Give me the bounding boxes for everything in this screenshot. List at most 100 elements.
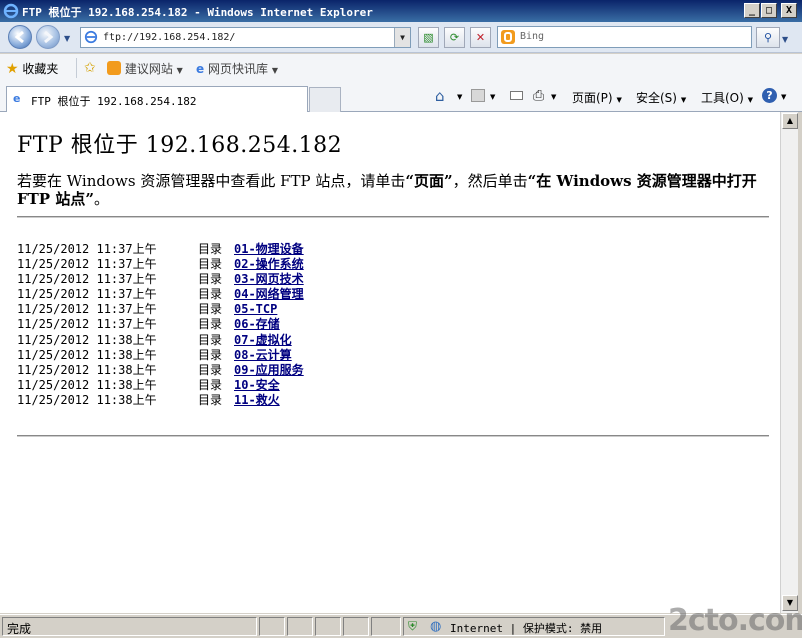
folder-link[interactable]: 06-存储 — [234, 317, 280, 331]
folder-link[interactable]: 01-物理设备 — [234, 242, 304, 256]
add-favorite-icon[interactable]: ✩ — [84, 60, 96, 76]
entry-type: 目录 — [198, 317, 223, 332]
print-dropdown-icon[interactable]: ▼ — [551, 93, 556, 101]
folder-link[interactable]: 11-救火 — [234, 393, 280, 407]
stop-button[interactable]: ✕ — [470, 27, 491, 48]
folder-link[interactable]: 10-安全 — [234, 378, 280, 392]
ie-page-icon: e — [196, 62, 205, 76]
folder-link[interactable]: 08-云计算 — [234, 348, 292, 362]
status-panel-6 — [371, 617, 401, 636]
page-menu[interactable]: 页面(P) ▼ — [572, 89, 622, 106]
recent-pages-dropdown-icon[interactable]: ▼ — [64, 34, 70, 43]
list-item: 11/25/2012 11:37上午 目录 04-网络管理 — [17, 287, 304, 302]
list-item: 11/25/2012 11:38上午 目录 08-云计算 — [17, 348, 304, 363]
title-bar: FTP 根位于 192.168.254.182 - Windows Intern… — [0, 0, 802, 22]
entry-date: 11/25/2012 11:38上午 — [17, 332, 157, 347]
list-item: 11/25/2012 11:37上午 目录 03-网页技术 — [17, 272, 304, 287]
web-slice-label: 网页快讯库 — [207, 62, 268, 76]
list-item: 11/25/2012 11:37上午 目录 01-物理设备 — [17, 242, 304, 257]
status-panel-2 — [259, 617, 285, 636]
list-item: 11/25/2012 11:38上午 目录 07-虚拟化 — [17, 333, 304, 348]
search-box[interactable]: Bing — [497, 26, 752, 48]
address-dropdown-icon[interactable]: ▼ — [394, 28, 410, 47]
address-bar-row: ▼ ftp://192.168.254.182/ ▼ ▧ ⟳ ✕ Bing ⚲ … — [0, 22, 802, 53]
back-button[interactable] — [8, 25, 32, 49]
entry-type: 目录 — [198, 392, 223, 407]
forward-button[interactable] — [36, 25, 60, 49]
folder-link[interactable]: 05-TCP — [234, 302, 277, 316]
refresh-button[interactable]: ⟳ — [444, 27, 465, 48]
intro-text: 若要在 Windows 资源管理器中查看此 FTP 站点，请单击“页面”，然后单… — [17, 172, 769, 208]
entry-date: 11/25/2012 11:37上午 — [17, 317, 157, 332]
maximize-button[interactable]: □ — [761, 3, 777, 18]
entry-date: 11/25/2012 11:37上午 — [17, 242, 157, 256]
minimize-button[interactable]: _ — [744, 3, 760, 18]
feeds-icon[interactable] — [471, 89, 485, 102]
suggested-sites-item[interactable]: 建议网站 ▼ — [107, 60, 183, 77]
help-dropdown-icon[interactable]: ▼ — [781, 93, 786, 101]
address-field[interactable]: ftp://192.168.254.182/ ▼ — [80, 27, 411, 48]
favorites-bar: ★ 收藏夹 ✩ 建议网站 ▼ e 网页快讯库 ▼ — [0, 54, 802, 82]
list-item: 11/25/2012 11:37上午 目录 02-操作系统 — [17, 257, 304, 272]
chevron-down-icon: ▼ — [680, 96, 687, 104]
print-icon[interactable]: ⎙ — [533, 88, 544, 104]
mail-icon[interactable] — [510, 91, 523, 100]
web-slice-gallery-item[interactable]: e 网页快讯库 ▼ — [196, 60, 278, 77]
zone-text: Internet | 保护模式: 禁用 — [450, 622, 603, 635]
list-item: 11/25/2012 11:38上午 目录 10-安全 — [17, 378, 304, 393]
safety-menu-label: 安全(S) — [636, 91, 677, 105]
search-options-icon[interactable]: ▼ — [782, 35, 788, 44]
ie-logo-icon — [3, 3, 19, 19]
entry-type: 目录 — [198, 347, 223, 362]
stop-icon: ✕ — [475, 31, 486, 44]
close-button[interactable]: X — [781, 3, 797, 18]
list-item: 11/25/2012 11:38上午 目录 09-应用服务 — [17, 363, 304, 378]
zone-panel[interactable]: ⛨ ◍ Internet | 保护模式: 禁用 — [403, 617, 665, 636]
compatibility-view-button[interactable]: ▧ — [418, 27, 439, 48]
page-ie-icon — [84, 30, 98, 44]
feeds-dropdown-icon[interactable]: ▼ — [490, 93, 495, 101]
address-url: ftp://192.168.254.182/ — [103, 32, 236, 43]
entry-type: 目录 — [198, 332, 223, 347]
search-button[interactable]: ⚲ — [756, 27, 780, 48]
entry-type: 目录 — [198, 362, 223, 377]
entry-date: 11/25/2012 11:37上午 — [17, 257, 157, 272]
directory-listing: 11/25/2012 11:37上午 目录 01-物理设备 11/25/2012 11… — [17, 242, 304, 408]
safety-menu[interactable]: 安全(S) ▼ — [636, 89, 686, 106]
entry-type: 目录 — [198, 302, 223, 317]
star-icon: ★ — [6, 61, 19, 77]
entry-type: 目录 — [198, 287, 223, 302]
tab-ie-icon: e — [13, 92, 21, 105]
entry-type: 目录 — [198, 377, 223, 392]
security-shield-icon: ⛨ — [408, 619, 418, 633]
status-text: 完成 — [7, 622, 32, 636]
entry-date: 11/25/2012 11:38上午 — [17, 362, 157, 377]
list-item: 11/25/2012 11:37上午 目录 05-TCP — [17, 302, 304, 317]
globe-icon: ◍ — [430, 619, 442, 634]
entry-date: 11/25/2012 11:38上午 — [17, 392, 157, 407]
page-title: FTP 根位于 192.168.254.182 — [17, 133, 343, 158]
entry-date: 11/25/2012 11:37上午 — [17, 287, 157, 302]
folder-link[interactable]: 04-网络管理 — [234, 287, 304, 301]
back-arrow-icon — [14, 30, 24, 44]
scroll-up-icon[interactable]: ▲ — [782, 113, 798, 129]
help-icon[interactable]: ? — [762, 88, 777, 103]
favorites-button[interactable]: ★ 收藏夹 — [6, 60, 58, 77]
home-icon[interactable]: ⌂ — [435, 87, 445, 105]
vertical-scrollbar[interactable]: ▲ ▼ — [780, 112, 798, 613]
new-tab-button[interactable] — [309, 87, 341, 113]
status-panel-4 — [315, 617, 341, 636]
entry-date: 11/25/2012 11:37上午 — [17, 272, 157, 287]
folder-link[interactable]: 09-应用服务 — [234, 363, 304, 377]
folder-link[interactable]: 02-操作系统 — [234, 257, 304, 271]
watermark-logo: 2cto.com — [668, 603, 802, 638]
folder-link[interactable]: 07-虚拟化 — [234, 333, 292, 347]
favorites-label: 收藏夹 — [22, 62, 59, 76]
folder-link[interactable]: 03-网页技术 — [234, 272, 304, 286]
favorites-separator — [76, 58, 77, 78]
tools-menu[interactable]: 工具(O) ▼ — [701, 89, 753, 106]
chevron-down-icon: ▼ — [176, 66, 183, 75]
tab-ftp[interactable]: e FTP 根位于 192.168.254.182 — [6, 86, 308, 113]
home-dropdown-icon[interactable]: ▼ — [457, 93, 462, 101]
entry-type: 目录 — [198, 272, 223, 287]
